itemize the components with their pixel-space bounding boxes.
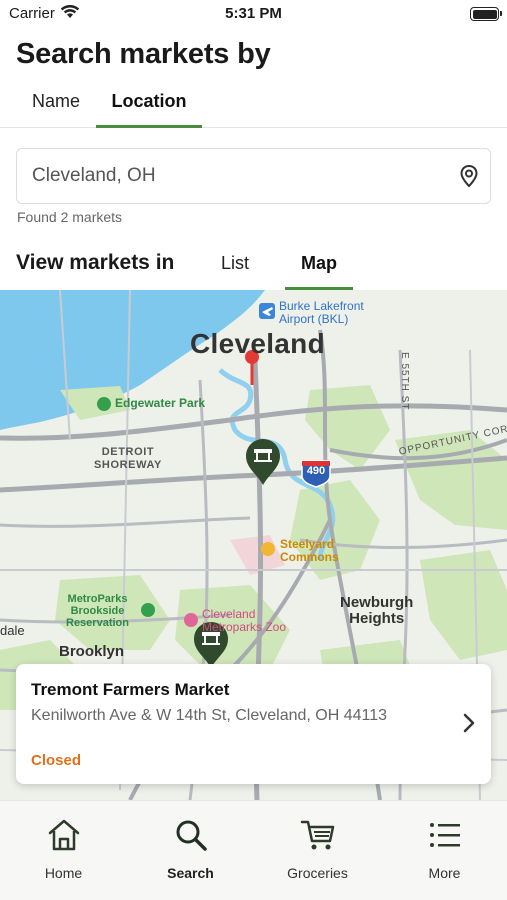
search-icon — [176, 820, 207, 851]
map-detroit-label: DETROIT SHOREWAY — [94, 446, 162, 471]
map-edgewater-label: Edgewater Park — [115, 396, 206, 410]
location-pin-icon[interactable] — [456, 163, 482, 189]
map-dale-label: dale — [0, 623, 25, 638]
tab-map-view[interactable]: Map — [285, 244, 353, 290]
location-search-field — [16, 148, 491, 204]
status-bar: Carrier 5:31 PM — [0, 0, 507, 30]
shopping-icon — [261, 542, 275, 556]
home-icon — [48, 819, 80, 851]
map-e55-label: E 55TH ST — [399, 352, 410, 411]
map-brooklyn-label: Brooklyn — [59, 643, 125, 660]
tab-search[interactable]: Search — [127, 801, 254, 900]
map-newburgh-label: Newburgh Heights — [340, 594, 414, 627]
park-icon — [97, 397, 111, 411]
chevron-right-icon[interactable] — [461, 712, 477, 734]
map-highway-label: 490 — [306, 465, 326, 477]
clock: 5:31 PM — [225, 5, 282, 22]
map-steelyard-label: Steelyard Commons — [280, 537, 339, 564]
park-icon-brookside — [141, 603, 155, 617]
view-markets-label: View markets in — [16, 251, 175, 274]
market-status: Closed — [31, 752, 82, 769]
results-count: Found 2 markets — [17, 209, 123, 225]
tab-home[interactable]: Home — [0, 801, 127, 900]
map-metroparks-label: MetroParks Brookside Reservation — [66, 593, 129, 629]
map-airport-label: Burke Lakefront Airport (BKL) — [279, 299, 364, 326]
battery-icon — [470, 7, 502, 21]
tab-home-label: Home — [44, 865, 83, 881]
tab-more-label: More — [428, 865, 461, 881]
map-city-label: Cleveland — [190, 328, 325, 359]
location-input[interactable] — [32, 149, 452, 203]
bottom-tab-bar: Home Search Groceries More — [0, 800, 507, 900]
market-address: Kenilworth Ave & W 14th St, Cleveland, O… — [31, 707, 388, 724]
tab-groceries-label: Groceries — [287, 865, 348, 881]
tab-name[interactable]: Name — [16, 84, 96, 127]
tab-search-label: Search — [167, 865, 214, 881]
tab-more[interactable]: More — [381, 801, 507, 900]
market-marker — [246, 439, 280, 485]
map-zoo-label: Cleveland Metroparks Zoo — [202, 607, 287, 634]
tab-location[interactable]: Location — [96, 84, 202, 128]
tab-list-view[interactable]: List — [200, 244, 270, 290]
list-icon — [430, 823, 460, 847]
cart-icon — [300, 820, 335, 850]
page-title: Search markets by — [16, 38, 271, 70]
zoo-icon — [184, 613, 198, 627]
market-name: Tremont Farmers Market — [31, 680, 230, 699]
tab-groceries[interactable]: Groceries — [254, 801, 381, 900]
market-card[interactable]: Tremont Farmers Market Kenilworth Ave & … — [16, 664, 491, 784]
search-mode-tabs: Name Location — [0, 84, 507, 128]
